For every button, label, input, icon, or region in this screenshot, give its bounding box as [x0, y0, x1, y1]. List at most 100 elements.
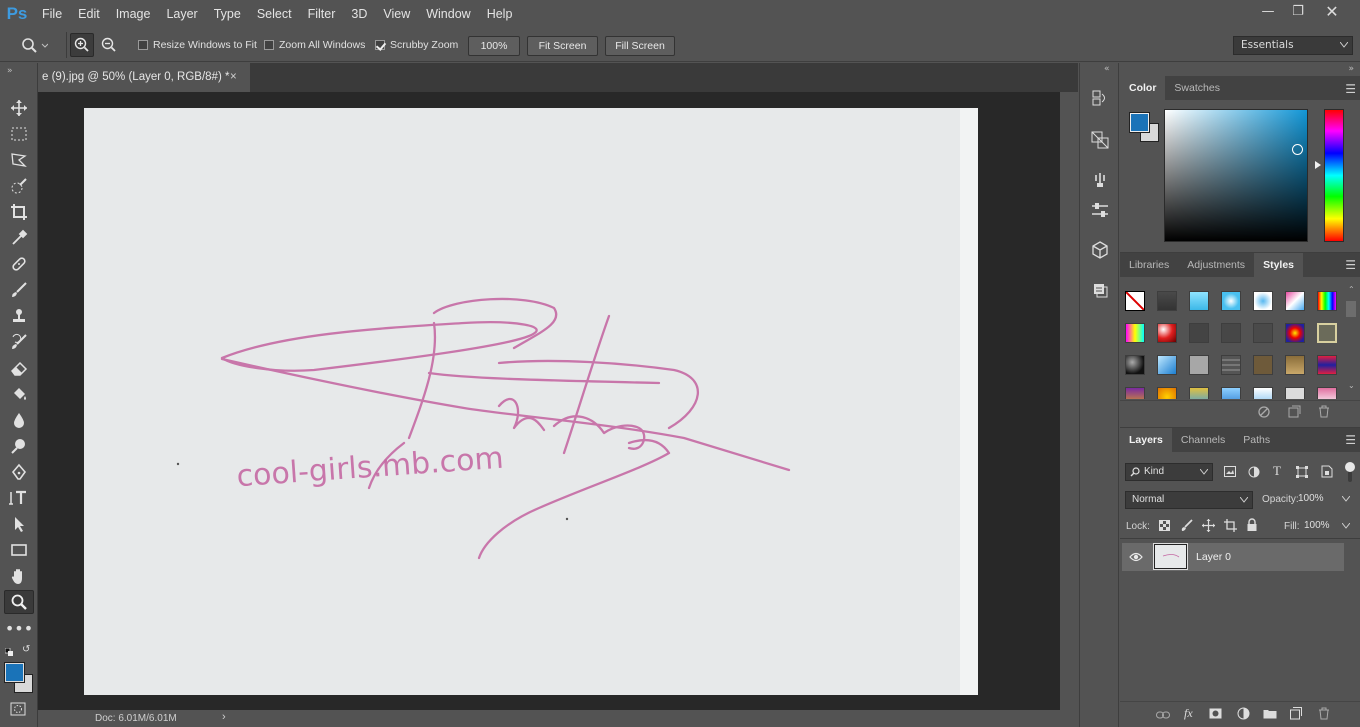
menu-select[interactable]: Select — [249, 0, 300, 28]
menu-filter[interactable]: Filter — [300, 0, 344, 28]
collapse-panels-icon[interactable]: » — [1348, 64, 1354, 74]
style-swatch[interactable] — [1221, 291, 1241, 311]
tab-channels[interactable]: Channels — [1172, 428, 1234, 452]
new-layer-icon[interactable] — [1290, 707, 1302, 720]
tab-adjustments[interactable]: Adjustments — [1178, 253, 1254, 277]
style-swatch[interactable] — [1189, 323, 1209, 343]
lock-all-icon[interactable] — [1247, 518, 1257, 531]
styles-panel-menu-icon[interactable]: ☰ — [1345, 258, 1356, 272]
color-picker-handle[interactable] — [1292, 144, 1303, 155]
brush-tool[interactable] — [4, 278, 34, 302]
filter-adjustment-icon[interactable] — [1248, 466, 1260, 478]
tab-swatches[interactable]: Swatches — [1165, 76, 1229, 100]
tab-layers[interactable]: Layers — [1120, 428, 1172, 452]
menu-file[interactable]: File — [34, 0, 70, 28]
foreground-color-swatch[interactable] — [4, 662, 25, 683]
menu-layer[interactable]: Layer — [158, 0, 205, 28]
lock-position-icon[interactable] — [1202, 519, 1215, 532]
menu-image[interactable]: Image — [108, 0, 159, 28]
style-swatch[interactable] — [1189, 355, 1209, 375]
history-brush-tool[interactable] — [4, 330, 34, 354]
path-selection-tool[interactable] — [4, 512, 34, 536]
menu-help[interactable]: Help — [479, 0, 521, 28]
filter-pixel-icon[interactable] — [1224, 466, 1236, 477]
menu-type[interactable]: Type — [206, 0, 249, 28]
styles-scrollbar[interactable]: ⌃ ⌄ — [1345, 283, 1357, 395]
trash-icon[interactable] — [1318, 405, 1330, 418]
close-tab-icon[interactable]: × — [230, 63, 237, 92]
default-colors-icon[interactable] — [4, 646, 13, 656]
type-tool[interactable] — [4, 486, 34, 510]
new-group-icon[interactable] — [1263, 708, 1277, 719]
status-arrow-icon[interactable]: › — [222, 711, 226, 723]
filter-type-icon[interactable]: T — [1273, 463, 1281, 479]
tab-color[interactable]: Color — [1120, 76, 1166, 100]
marquee-tool[interactable] — [4, 122, 34, 146]
properties-panel-icon[interactable] — [1089, 199, 1111, 221]
adjustment-layer-icon[interactable] — [1237, 707, 1250, 720]
brush-panel-icon[interactable] — [1089, 169, 1111, 191]
rectangle-tool[interactable] — [4, 538, 34, 562]
new-style-icon[interactable] — [1288, 405, 1301, 418]
blur-tool[interactable] — [4, 408, 34, 432]
swap-colors-icon[interactable]: ↺ — [22, 644, 32, 655]
style-swatch[interactable] — [1125, 355, 1145, 375]
layers-panel-menu-icon[interactable]: ☰ — [1345, 433, 1356, 447]
menu-window[interactable]: Window — [418, 0, 478, 28]
style-swatch[interactable] — [1285, 323, 1305, 343]
style-swatch[interactable] — [1125, 323, 1145, 343]
style-swatch[interactable] — [1189, 387, 1209, 399]
character-panel-icon[interactable] — [1089, 129, 1111, 151]
lock-transparent-icon[interactable] — [1159, 520, 1170, 531]
filter-shape-icon[interactable] — [1296, 466, 1308, 478]
tab-libraries[interactable]: Libraries — [1120, 253, 1178, 277]
style-swatch[interactable] — [1253, 387, 1273, 399]
style-swatch[interactable] — [1221, 387, 1241, 399]
quick-selection-tool[interactable] — [4, 174, 34, 198]
scroll-up-icon[interactable]: ⌃ — [1348, 285, 1355, 294]
zoom-all-windows-checkbox[interactable]: Zoom All Windows — [264, 39, 365, 51]
quick-mask-button[interactable] — [10, 702, 28, 716]
tab-styles[interactable]: Styles — [1254, 253, 1303, 277]
blend-mode-select[interactable]: Normal — [1125, 491, 1253, 509]
panel-foreground-swatch[interactable] — [1129, 112, 1150, 133]
opacity-field[interactable]: 100% — [1292, 491, 1356, 509]
link-layers-icon[interactable] — [1156, 710, 1170, 720]
minimize-button[interactable]: — — [1251, 0, 1285, 22]
style-swatch[interactable] — [1317, 291, 1337, 311]
style-swatch[interactable] — [1157, 323, 1177, 343]
more-tools-button[interactable]: ••• — [4, 616, 34, 640]
style-swatch[interactable] — [1317, 355, 1337, 375]
menu-view[interactable]: View — [375, 0, 418, 28]
resize-windows-box[interactable] — [138, 40, 148, 50]
style-swatch[interactable] — [1317, 323, 1337, 343]
layer-name[interactable]: Layer 0 — [1196, 551, 1231, 563]
crop-tool[interactable] — [4, 200, 34, 224]
style-swatch[interactable] — [1221, 323, 1241, 343]
restore-button[interactable]: ❐ — [1281, 0, 1315, 22]
style-swatch[interactable] — [1157, 291, 1177, 311]
fill-screen-button[interactable]: Fill Screen — [605, 36, 675, 56]
style-swatch[interactable] — [1285, 291, 1305, 311]
clear-style-icon[interactable] — [1258, 406, 1270, 418]
zoom-in-button[interactable] — [70, 33, 94, 57]
fx-icon[interactable]: fx — [1184, 706, 1193, 721]
zoom-tool[interactable] — [4, 590, 34, 614]
style-swatch[interactable] — [1125, 387, 1145, 399]
zoom-all-box[interactable] — [264, 40, 274, 50]
color-field[interactable] — [1164, 109, 1308, 242]
style-swatch[interactable] — [1157, 355, 1177, 375]
eraser-tool[interactable] — [4, 356, 34, 380]
eyedropper-tool[interactable] — [4, 226, 34, 250]
style-swatch[interactable] — [1189, 291, 1209, 311]
hue-slider[interactable] — [1324, 109, 1344, 242]
tab-paths[interactable]: Paths — [1234, 428, 1279, 452]
style-swatch[interactable] — [1253, 355, 1273, 375]
scrubby-zoom-box[interactable] — [375, 40, 385, 50]
filter-smart-object-icon[interactable] — [1321, 465, 1333, 478]
workspace-select[interactable]: Essentials — [1233, 36, 1353, 55]
collapse-strip-icon[interactable]: « — [1104, 64, 1110, 74]
layer-row[interactable]: Layer 0 — [1122, 543, 1344, 571]
style-none[interactable] — [1125, 291, 1145, 311]
delete-layer-icon[interactable] — [1318, 707, 1330, 720]
